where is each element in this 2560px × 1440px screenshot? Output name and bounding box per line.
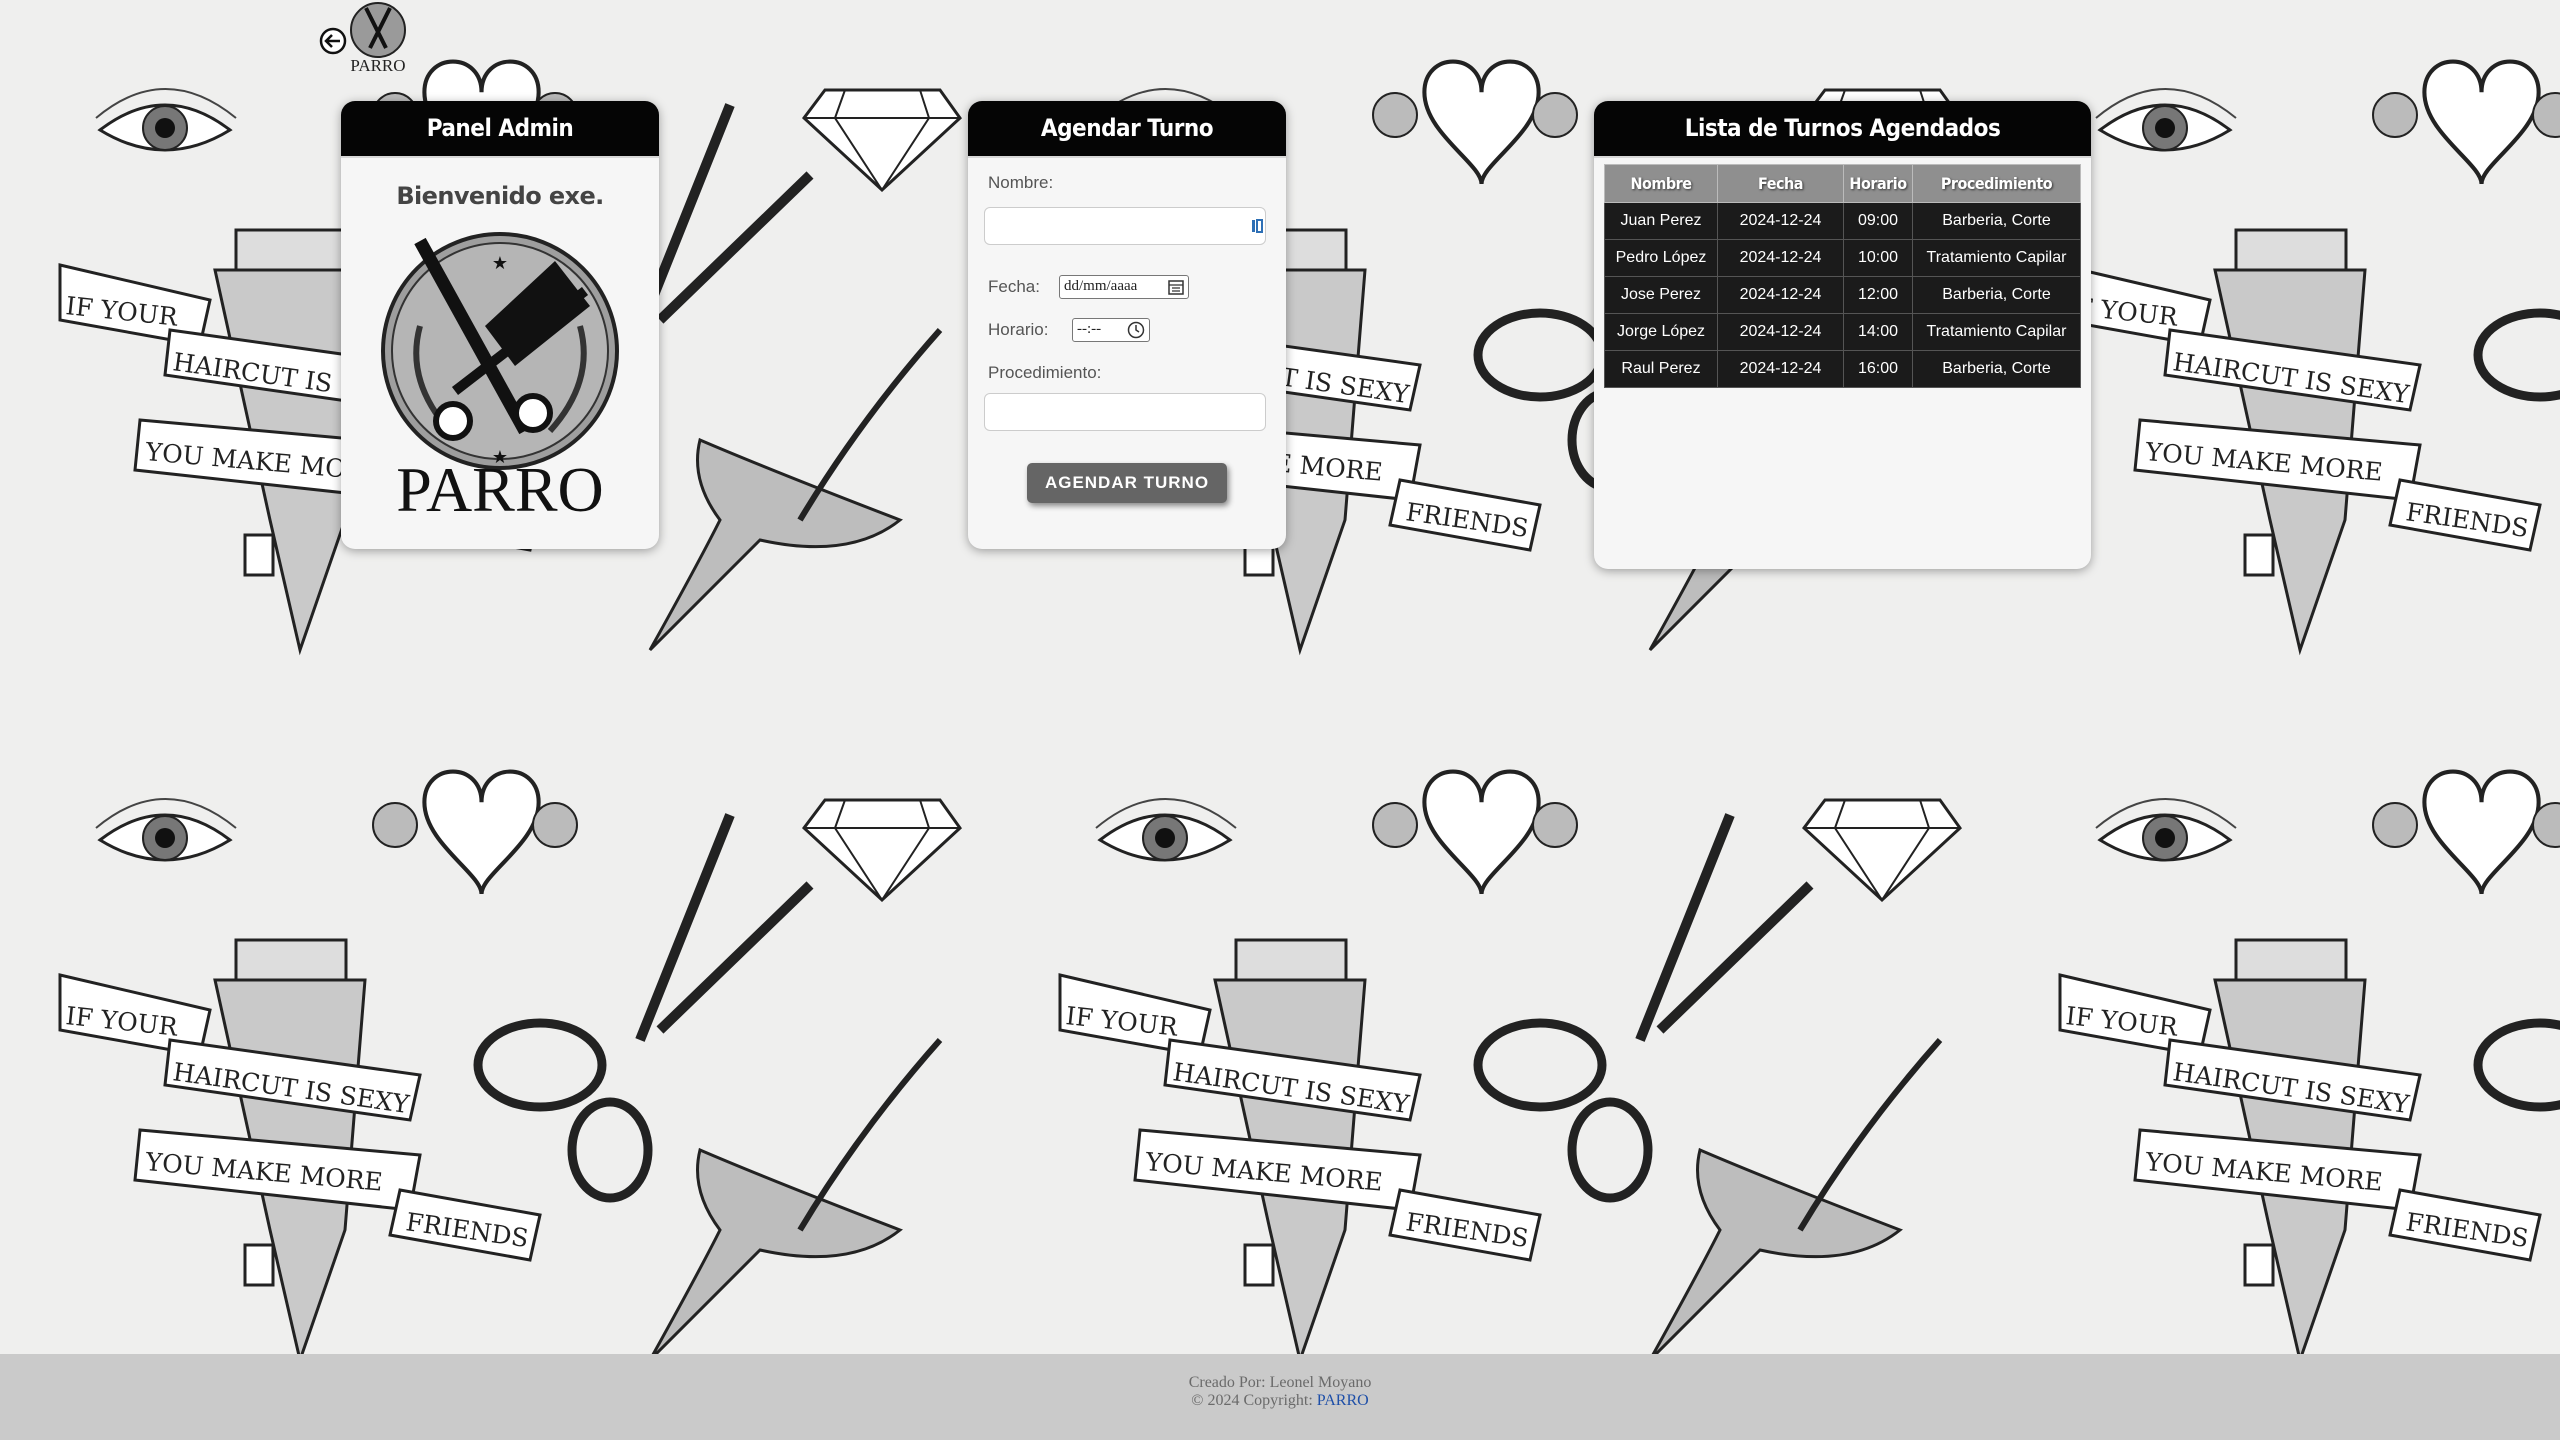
cell-fecha: 2024-12-24: [1717, 202, 1844, 240]
procedimiento-input[interactable]: [984, 393, 1266, 431]
column-header: Fecha: [1717, 164, 1844, 203]
table-header-row: Nombre Fecha Horario Procedimiento: [1604, 164, 2081, 203]
form-title: Agendar Turno: [968, 101, 1286, 158]
nav-logo-text: PARRO: [350, 56, 406, 75]
footer-copyright-text: © 2024 Copyright:: [1191, 1392, 1317, 1409]
cell-fecha: 2024-12-24: [1717, 350, 1844, 388]
cell-procedimiento: Barberia, Corte: [1912, 202, 2081, 240]
cell-fecha: 2024-12-24: [1717, 276, 1844, 314]
welcome-text: Bienvenido exe.: [396, 182, 604, 210]
horario-label: Horario:: [988, 320, 1049, 339]
cell-horario: 10:00: [1843, 239, 1913, 277]
parro-logo-icon[interactable]: [346, 0, 410, 60]
nombre-label: Nombre:: [988, 173, 1054, 192]
appointment-form-card: Agendar Turno Nombre: Fecha: dd/mm/aaaa …: [968, 101, 1286, 549]
autofill-icon[interactable]: [1251, 217, 1263, 235]
appointments-table: Nombre Fecha Horario Procedimiento Juan …: [1604, 164, 2081, 388]
table-row: Jorge López 2024-12-24 14:00 Tratamiento…: [1604, 313, 2081, 351]
cell-nombre: Juan Perez: [1604, 202, 1718, 240]
cell-nombre: Jose Perez: [1604, 276, 1718, 314]
top-nav: PARRO: [318, 0, 418, 78]
cell-fecha: 2024-12-24: [1717, 239, 1844, 277]
agendar-turno-button[interactable]: AGENDAR TURNO: [1027, 463, 1227, 503]
table-row: Raul Perez 2024-12-24 16:00 Barberia, Co…: [1604, 350, 2081, 388]
column-header: Nombre: [1604, 164, 1718, 203]
footer: Creado Por: Leonel Moyano © 2024 Copyrig…: [0, 1354, 2560, 1440]
footer-parro-link[interactable]: PARRO: [1317, 1392, 1369, 1409]
logo-text: PARRO: [396, 454, 604, 525]
cell-procedimiento: Barberia, Corte: [1912, 276, 2081, 314]
column-header: Procedimiento: [1912, 164, 2081, 203]
footer-created-by: Creado Por: Leonel Moyano: [1188, 1374, 1372, 1391]
cell-horario: 09:00: [1843, 202, 1913, 240]
fecha-input[interactable]: dd/mm/aaaa: [1059, 275, 1189, 299]
list-title: Lista de Turnos Agendados: [1594, 101, 2091, 158]
cell-horario: 16:00: [1843, 350, 1913, 388]
table-row: Juan Perez 2024-12-24 09:00 Barberia, Co…: [1604, 202, 2081, 240]
footer-copyright: © 2024 Copyright: PARRO: [0, 1392, 2560, 1410]
appointments-list-card: Lista de Turnos Agendados Nombre Fecha H…: [1594, 101, 2091, 569]
table-row: Pedro López 2024-12-24 10:00 Tratamiento…: [1604, 239, 2081, 277]
cell-procedimiento: Barberia, Corte: [1912, 350, 2081, 388]
cell-horario: 14:00: [1843, 313, 1913, 351]
cell-nombre: Raul Perez: [1604, 350, 1718, 388]
cell-procedimiento: Tratamiento Capilar: [1912, 239, 2081, 277]
clock-icon[interactable]: [1127, 321, 1145, 344]
admin-panel-card: Panel Admin Bienvenido exe. ★ ★ PARRO: [341, 101, 659, 549]
cell-nombre: Pedro López: [1604, 239, 1718, 277]
nombre-input[interactable]: [984, 207, 1266, 245]
table-row: Jose Perez 2024-12-24 12:00 Barberia, Co…: [1604, 276, 2081, 314]
procedimiento-label: Procedimiento:: [988, 363, 1102, 382]
cell-nombre: Jorge López: [1604, 313, 1718, 351]
admin-panel-title: Panel Admin: [341, 101, 659, 158]
back-arrow-icon[interactable]: [318, 26, 348, 56]
fecha-placeholder: dd/mm/aaaa: [1064, 278, 1138, 294]
svg-text:★: ★: [492, 253, 508, 274]
cell-procedimiento: Tratamiento Capilar: [1912, 313, 2081, 351]
cell-horario: 12:00: [1843, 276, 1913, 314]
parro-logo: ★ ★ PARRO: [375, 231, 625, 531]
cell-fecha: 2024-12-24: [1717, 313, 1844, 351]
column-header: Horario: [1843, 164, 1913, 203]
horario-input[interactable]: --:--: [1072, 318, 1150, 342]
fecha-label: Fecha:: [988, 277, 1040, 296]
calendar-icon[interactable]: [1168, 279, 1184, 300]
horario-placeholder: --:--: [1077, 321, 1102, 337]
